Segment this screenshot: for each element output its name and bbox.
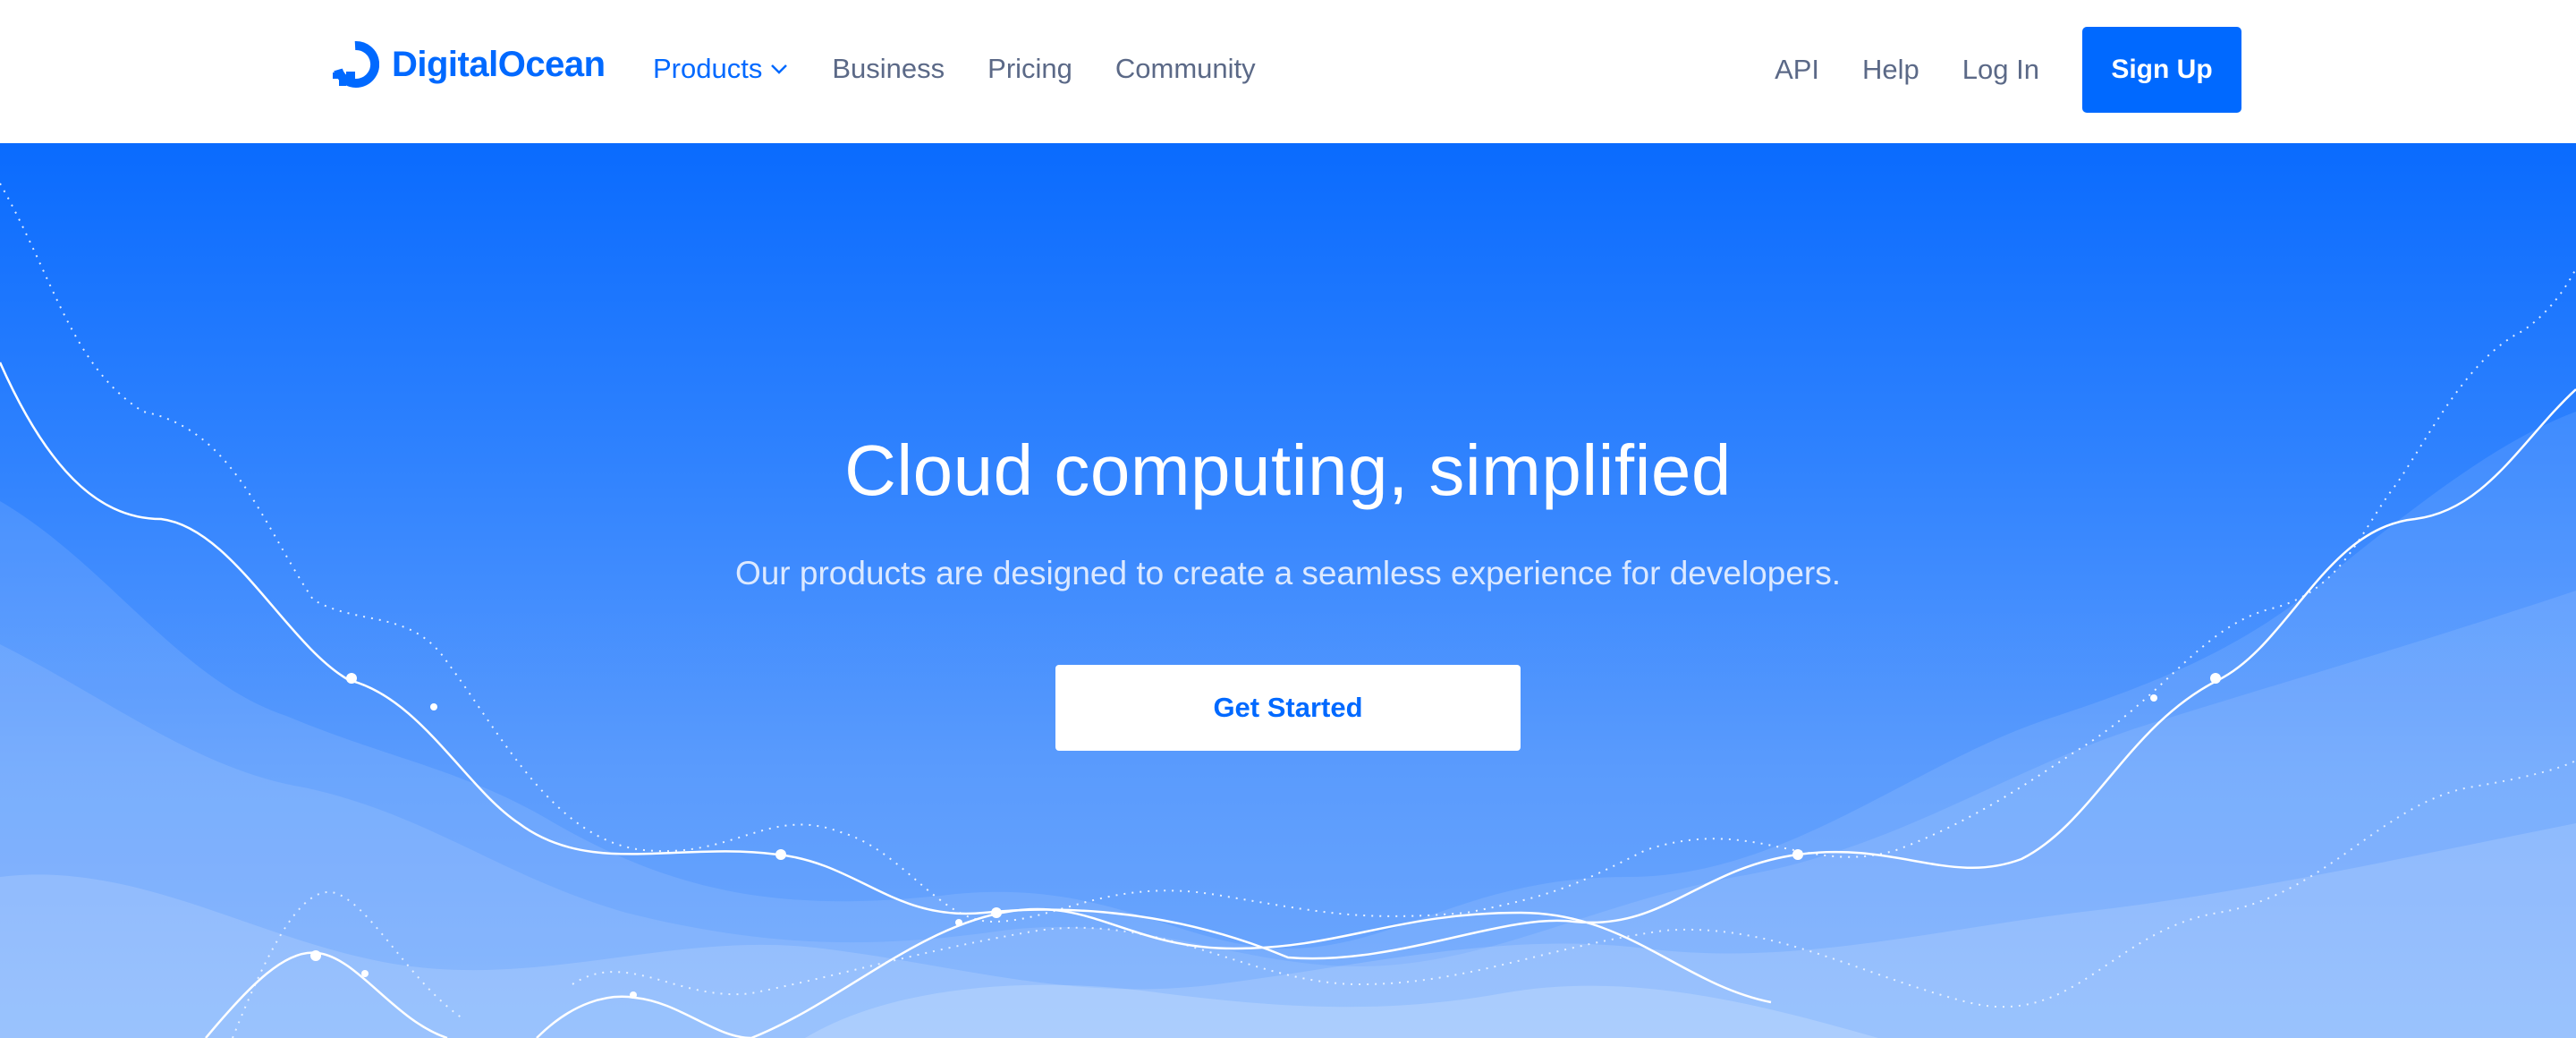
hero-subtitle: Our products are designed to create a se… bbox=[734, 555, 1842, 591]
secondary-nav: API Help Log In Sign Up bbox=[1775, 27, 2241, 113]
nav-help[interactable]: Help bbox=[1862, 54, 1919, 86]
nav-login[interactable]: Log In bbox=[1962, 54, 2039, 86]
chevron-down-icon bbox=[771, 64, 788, 74]
primary-nav: Products Business Pricing Community bbox=[653, 45, 1299, 93]
top-navbar: DigitalOcean Products Business Pricing C… bbox=[0, 0, 2576, 143]
brand-logo-link[interactable]: DigitalOcean bbox=[331, 39, 606, 89]
brand-name: DigitalOcean bbox=[392, 44, 606, 84]
nav-pricing[interactable]: Pricing bbox=[987, 53, 1072, 85]
nav-api[interactable]: API bbox=[1775, 54, 1819, 86]
hero-title: Cloud computing, simplified bbox=[844, 430, 1732, 510]
digitalocean-logo-icon bbox=[333, 40, 379, 88]
nav-community[interactable]: Community bbox=[1115, 53, 1256, 85]
nav-products[interactable]: Products bbox=[653, 53, 789, 85]
page: DigitalOcean Products Business Pricing C… bbox=[0, 0, 2576, 1038]
nav-products-label: Products bbox=[653, 53, 763, 84]
hero-section: Cloud computing, simplified Our products… bbox=[0, 143, 2576, 1038]
nav-business[interactable]: Business bbox=[832, 53, 945, 85]
get-started-button[interactable]: Get Started bbox=[1055, 665, 1521, 751]
sign-up-button[interactable]: Sign Up bbox=[2082, 27, 2241, 113]
